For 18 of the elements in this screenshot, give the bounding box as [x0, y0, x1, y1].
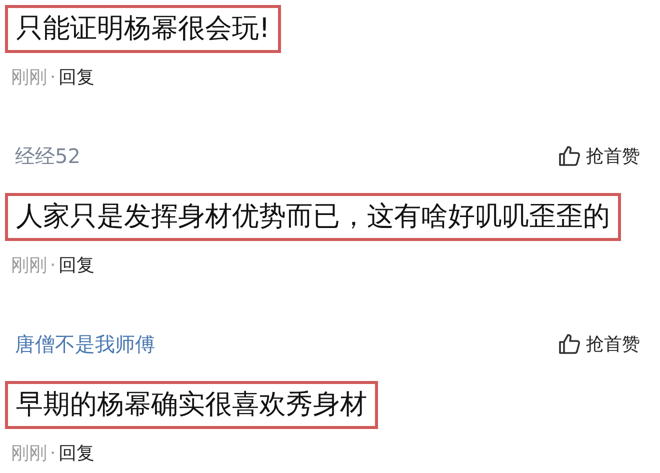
comment-text: 只能证明杨幂很会玩! [5, 5, 281, 53]
timestamp: 刚刚 [11, 442, 47, 465]
username[interactable]: 唐僧不是我师傅 [15, 330, 155, 358]
comment-text: 早期的杨幂确实很喜欢秀身材 [5, 381, 378, 429]
thumbs-up-icon [558, 332, 582, 356]
separator-dot: · [50, 442, 56, 464]
like-button[interactable]: 抢首赞 [558, 144, 640, 168]
separator-dot: · [50, 66, 56, 88]
comment-text: 人家只是发挥身材优势而已，这有啥好叽叽歪歪的 [5, 193, 621, 241]
reply-link[interactable]: 回复 [58, 253, 95, 277]
reply-link[interactable]: 回复 [58, 441, 95, 465]
timestamp: 刚刚 [11, 254, 47, 277]
separator-dot: · [50, 254, 56, 276]
like-button[interactable]: 抢首赞 [558, 332, 640, 356]
timestamp: 刚刚 [11, 66, 47, 89]
username[interactable]: 经经52 [15, 142, 80, 170]
reply-link[interactable]: 回复 [58, 65, 95, 89]
thumbs-up-icon [558, 144, 582, 168]
